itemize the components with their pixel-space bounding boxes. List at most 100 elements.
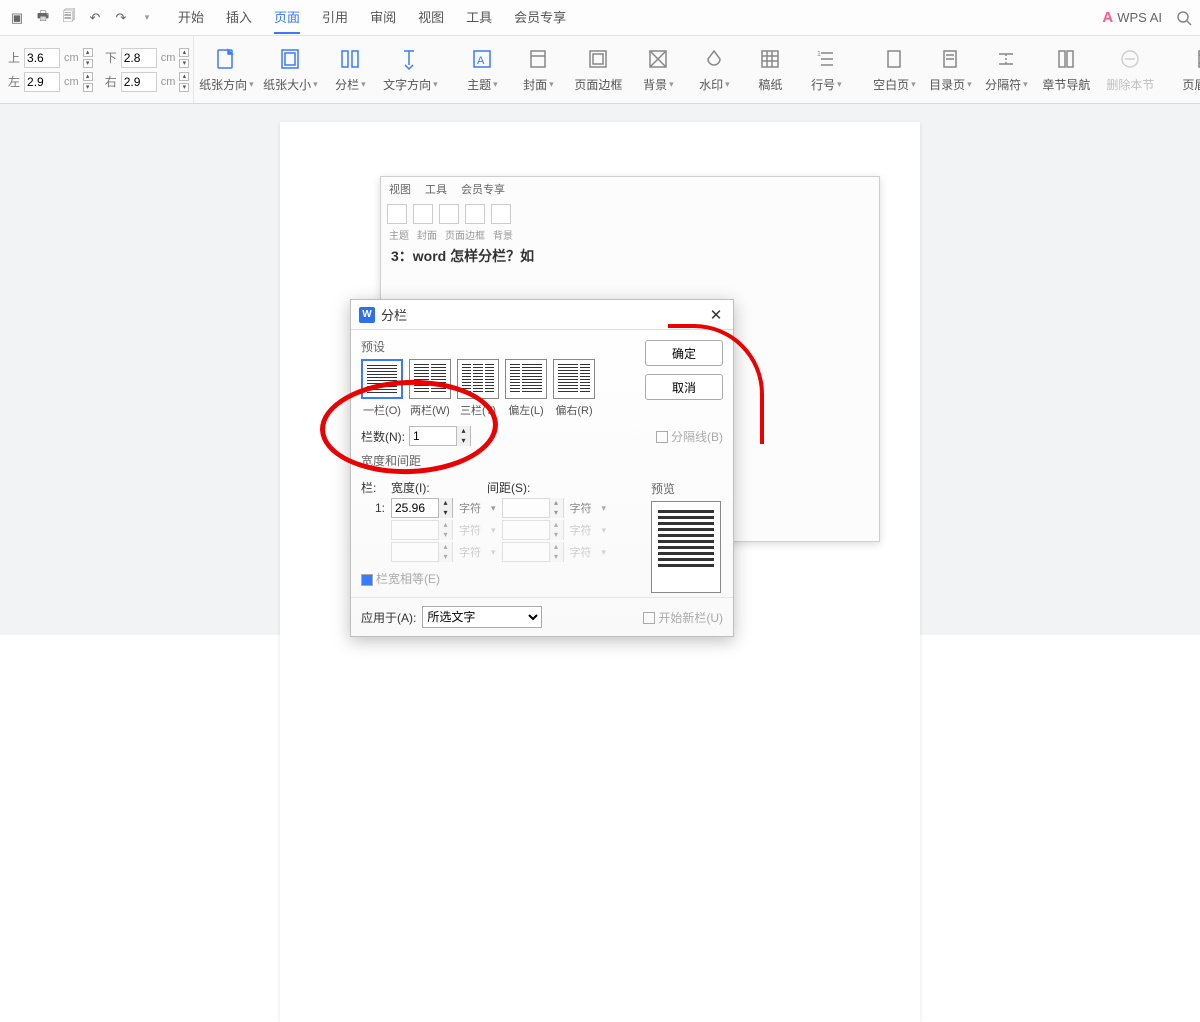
search-icon[interactable] [1176,10,1192,26]
document-canvas: 视图 工具 会员专享 主题 封面 页面边框 背景 3：word 怎样分栏？如 栏… [0,104,1200,635]
undo-icon[interactable]: ↶ [86,9,104,27]
column-count-label: 栏数(N): [361,428,405,445]
qa-overflow-icon[interactable]: ▾ [138,9,156,27]
watermark-icon [701,46,727,72]
toc-page-button[interactable]: 目录页▾ [922,36,978,103]
margin-top-stepper[interactable]: ▴▾ [83,48,93,68]
tab-insert[interactable]: 插入 [226,1,252,34]
spin-up-icon[interactable]: ▴ [456,426,470,436]
preset-label: 偏左(L) [505,402,547,418]
margin-left-label: 左 [8,73,20,90]
preset-left[interactable] [505,359,547,399]
ok-button[interactable]: 确定 [645,340,723,366]
margin-top-input[interactable] [24,48,60,68]
redo-icon[interactable]: ↷ [112,9,130,27]
embedded-ribbon-icon [491,204,511,224]
header-footer-button[interactable]: 页眉页脚 [1174,36,1200,103]
preview-pane [651,501,721,593]
margin-left-input[interactable] [24,72,60,92]
preset-label: 三栏(T) [457,402,499,418]
svg-text:1: 1 [817,51,821,58]
header-footer-icon [1193,46,1200,72]
orientation-button[interactable]: 纸张方向▾ [194,36,258,103]
embedded-ribbon-label: 页面边框 [445,227,485,242]
break-button[interactable]: 分隔符▾ [978,36,1034,103]
margin-left-stepper[interactable]: ▴▾ [83,72,93,92]
line-number-button[interactable]: 1行号▾ [798,36,854,103]
preset-two-columns[interactable] [409,359,451,399]
apply-to-select[interactable]: 所选文字 [422,606,542,628]
print-preview-icon[interactable]: 🗐 [60,9,78,27]
tab-tools[interactable]: 工具 [466,1,492,34]
margin-bottom-label: 下 [105,49,117,66]
tab-view[interactable]: 视图 [418,1,444,34]
blank-page-button[interactable]: 空白页▾ [866,36,922,103]
preview-label: 预览 [651,480,723,497]
columns-icon [337,46,363,72]
preset-one-column[interactable] [361,359,403,399]
spacing-input-3: ▴▾ [502,542,564,562]
margin-left-unit: cm [64,76,79,88]
columns-button[interactable]: 分栏▾ [322,36,378,103]
line-number-icon: 1 [813,46,839,72]
tab-review[interactable]: 审阅 [370,1,396,34]
width-header: 宽度(I): [391,479,481,496]
tab-start[interactable]: 开始 [178,1,204,34]
cover-button[interactable]: 封面▾ [510,36,566,103]
quick-access: ▣ 🖶 🗐 ↶ ↷ ▾ [8,9,156,27]
row-index: 1: [361,501,385,515]
margin-bottom-stepper[interactable]: ▴▾ [179,48,189,68]
cancel-button[interactable]: 取消 [645,374,723,400]
draft-button[interactable]: 稿纸 [742,36,798,103]
width-input-1[interactable]: ▴▾ [391,498,453,518]
col-header: 栏: [361,479,385,496]
margin-right-stepper[interactable]: ▴▾ [179,72,189,92]
column-count-input[interactable]: ▴▾ [409,426,471,446]
embedded-tab: 视图 [389,181,411,197]
print-icon[interactable]: 🖶 [34,9,52,27]
main-tabs: 开始 插入 页面 引用 审阅 视图 工具 会员专享 [178,1,566,34]
wps-ai-button[interactable]: AWPS AI [1102,9,1162,26]
embedded-ribbon-label: 主题 [389,227,409,242]
tab-page[interactable]: 页面 [274,1,300,34]
delete-section-icon [1117,46,1143,72]
chapter-nav-button[interactable]: 章节导航 [1034,36,1098,103]
background-button[interactable]: 背景▾ [630,36,686,103]
watermark-button[interactable]: 水印▾ [686,36,742,103]
ribbon: 上 cm ▴▾ 下 cm ▴▾ 左 cm ▴▾ 右 cm ▴▾ 纸张方向▾ 纸张… [0,36,1200,104]
delete-section-button: 删除本节 [1098,36,1162,103]
ai-logo-icon: A [1102,9,1113,26]
paper-size-button[interactable]: 纸张大小▾ [258,36,322,103]
close-icon[interactable]: ✕ [707,306,725,324]
margin-bottom-input[interactable] [121,48,157,68]
embedded-tab: 工具 [425,181,447,197]
dialog-titlebar[interactable]: W 分栏 ✕ [351,300,733,330]
unit-label: 字符 [459,522,485,538]
page-border-icon [585,46,611,72]
text-direction-button[interactable]: 文字方向▾ [378,36,442,103]
save-icon[interactable]: ▣ [8,9,26,27]
margin-right-input[interactable] [121,72,157,92]
blank-page-icon [881,46,907,72]
preset-label: 偏右(R) [553,402,595,418]
tab-reference[interactable]: 引用 [322,1,348,34]
preset-label: 一栏(O) [361,402,403,418]
margin-top-label: 上 [8,49,20,66]
unit-label: 字符 [570,522,596,538]
margin-right-unit: cm [161,76,176,88]
margin-bottom-unit: cm [161,52,176,64]
svg-text:A: A [477,55,485,67]
unit-label: 字符 [459,544,485,560]
spin-down-icon[interactable]: ▾ [456,436,470,446]
wps-logo-icon: W [359,307,375,323]
tab-member[interactable]: 会员专享 [514,1,566,34]
spacing-input-2: ▴▾ [502,520,564,540]
theme-button[interactable]: A主题▾ [454,36,510,103]
draft-icon [757,46,783,72]
preset-right[interactable] [553,359,595,399]
spacing-input-1: ▴▾ [502,498,564,518]
width-input-2: ▴▾ [391,520,453,540]
page-border-button[interactable]: 页面边框 [566,36,630,103]
preset-three-columns[interactable] [457,359,499,399]
paper-size-icon [277,46,303,72]
